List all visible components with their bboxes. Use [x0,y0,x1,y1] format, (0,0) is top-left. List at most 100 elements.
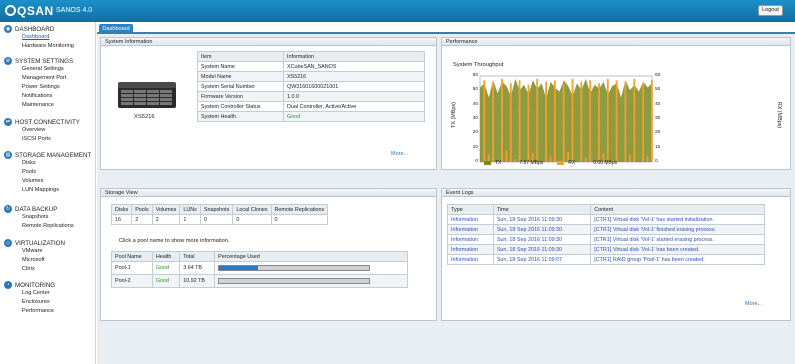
pool-total: 3.64 TB [179,261,216,275]
event-row: Information Sun, 18 Sep 2016 11:09:30 [CTR… [447,224,765,235]
sidebar-section: ↻ DATA BACKUP Snapshots Remote Replications [4,205,74,231]
dashboard-main: System Information XS5216 Item Informati… [97,34,795,364]
sidebar-item-disks[interactable]: Disks [4,159,91,168]
sidebar-section-title: VIRTUALIZATION [15,239,65,247]
row-item: Model Name [197,71,284,82]
sidebar-section-header[interactable]: ⚙ SYSTEM SETTINGS [4,57,73,65]
table-row: System Serial Number QW31601600021001 [197,81,425,92]
y-tick-label-right: 40 [655,101,661,107]
pool-name-link[interactable]: Pool-2 [111,274,153,288]
pool-name-link[interactable]: Pool-1 [111,261,153,275]
sidebar-section-title: STORAGE MANAGEMENT [15,151,92,159]
y-axis-label-left: TX (MBps) [450,102,457,128]
sidebar-section: ⚙ SYSTEM SETTINGS General Settings Manageme… [4,57,73,110]
storage-view-panel: Storage View Disks Pools Volumes LUNs Snapsh… [100,188,437,321]
sidebar-item-log-center[interactable]: Log Center [4,289,55,298]
gear-icon: ⚙ [4,57,12,65]
summary-value: 16 [110,214,133,225]
storage-enclosure-image [118,82,176,108]
system-info-more-link[interactable]: More... [391,151,408,157]
row-item: System Health [197,111,284,122]
rx-series-bar [571,78,574,162]
sidebar-item-lun-mappings[interactable]: LUN Mappings [4,186,91,195]
rx-series-bar [536,78,539,162]
network-icon: ⇄ [4,118,12,126]
rx-series-bar [545,81,547,162]
pool-health: Good [151,261,181,275]
model-caption: XS5216 [134,114,155,120]
sidebar-item-hardware-monitoring[interactable]: Hardware Monitoring [4,42,74,51]
sidebar-section-header[interactable]: ▤ STORAGE MANAGEMENT [4,151,91,159]
sidebar-item-volumes[interactable]: Volumes [4,177,91,186]
legend-tx-label: TX [495,160,502,166]
rx-series-bar [633,78,636,162]
y-axis-label-right: RX (MBps) [776,101,783,129]
storage-summary-table: Disks Pools Volumes LUNs Snapshots Local Clon… [110,204,329,225]
rx-series-bar [518,80,521,162]
summary-header: LUNs [179,204,201,215]
sidebar-section-header[interactable]: ◇ VIRTUALIZATION [4,239,65,247]
summary-header: Pools [131,204,153,215]
sidebar-item-remote-replications[interactable]: Remote Replications [4,222,74,231]
sidebar-item-pools[interactable]: Pools [4,168,91,177]
row-item: System Controller Status [197,101,284,112]
rx-series-bar [651,80,653,162]
performance-panel: Performance System Throughput TX (MBps) … [441,37,791,170]
event-type: Information [447,244,494,255]
pool-row[interactable]: Pool-2 Good 10.92 TB [111,274,408,288]
sidebar-item-enclosures[interactable]: Enclosures [4,298,55,307]
pool-usage-cell [214,274,408,288]
tab-dashboard[interactable]: Dashboard [99,24,133,34]
column-header-information: Information [283,51,425,62]
event-time: Sun, 18 Sep 2016 11:09:30 [492,234,592,245]
table-row: Firmware Version 1.0.0 [197,91,425,102]
event-type: Information [447,214,494,225]
event-column-header: Time [492,204,592,215]
qsan-logo: QSAN [5,4,54,18]
sidebar-item-iscsi-ports[interactable]: iSCSI Ports [4,135,80,144]
storage-icon: ▤ [4,151,12,159]
rx-series-bar [492,81,494,162]
pool-usage-bar [218,277,371,284]
sidebar-item-management-port[interactable]: Management Port [4,74,73,83]
row-value: XS5216 [283,71,425,82]
sidebar-item-snapshots[interactable]: Snapshots [4,213,74,222]
pool-table: Pool Name Health Total Percentage Used Pool… [111,251,408,288]
sidebar-item-vmware[interactable]: VMware [4,247,65,256]
sidebar-section-header[interactable]: ◔ MONITORING [4,281,55,289]
y-tick-label-left: 10 [472,144,478,150]
event-column-header: Content [590,204,765,215]
sidebar-section: ⇄ HOST CONNECTIVITY Overview iSCSI Ports [4,118,80,144]
y-tick-label-left: 30 [472,116,478,121]
sidebar-item-microsoft[interactable]: Microsoft [4,256,65,265]
legend-rx-swatch [557,161,565,165]
sidebar-item-general-settings[interactable]: General Settings [4,65,73,74]
tab-bar: Dashboard [97,22,795,34]
summary-value: 0 [270,214,329,225]
sidebar-item-maintenance[interactable]: Maintenance [4,101,73,110]
sidebar-section-title: DASHBOARD [15,25,55,33]
y-tick-label-right: 20 [655,130,661,136]
sidebar-item-performance[interactable]: Performance [4,307,55,316]
event-row: Information Sun, 18 Sep 2016 11:09:30 [CTR… [447,234,765,245]
sidebar-section-header[interactable]: ↻ DATA BACKUP [4,205,74,213]
rx-series-bar [646,156,649,162]
event-logs-more-link[interactable]: More... [745,301,762,307]
logout-button[interactable]: Logout [758,5,783,16]
event-content: [CTR1] Virtual disk 'Vol-1' finished era… [590,224,765,235]
rx-series-bar [580,81,583,162]
pool-row[interactable]: Pool-1 Good 3.64 TB [111,261,408,275]
sidebar-section-header[interactable]: ⇄ HOST CONNECTIVITY [4,118,80,126]
sidebar-section: ◇ VIRTUALIZATION VMware Microsoft Citrix [4,239,65,274]
sidebar-item-citrix[interactable]: Citrix [4,265,65,274]
sidebar-item-power-settings[interactable]: Power Settings [4,83,73,92]
event-content: [CTR1] Virtual disk 'Vol-1' has been cre… [590,244,765,255]
sidebar-item-overview[interactable]: Overview [4,126,80,135]
y-tick-label-right: 60 [655,73,661,78]
sidebar-item-notifications[interactable]: Notifications [4,92,73,101]
system-information-panel: System Information XS5216 Item Informati… [100,37,437,170]
y-tick-label-left: 40 [472,101,478,107]
sidebar-item-dashboard[interactable]: Dashboard [4,33,74,42]
row-value: XCubeSAN_SANOS [283,61,425,72]
sidebar-section-header[interactable]: ◉ DASHBOARD [4,25,74,33]
